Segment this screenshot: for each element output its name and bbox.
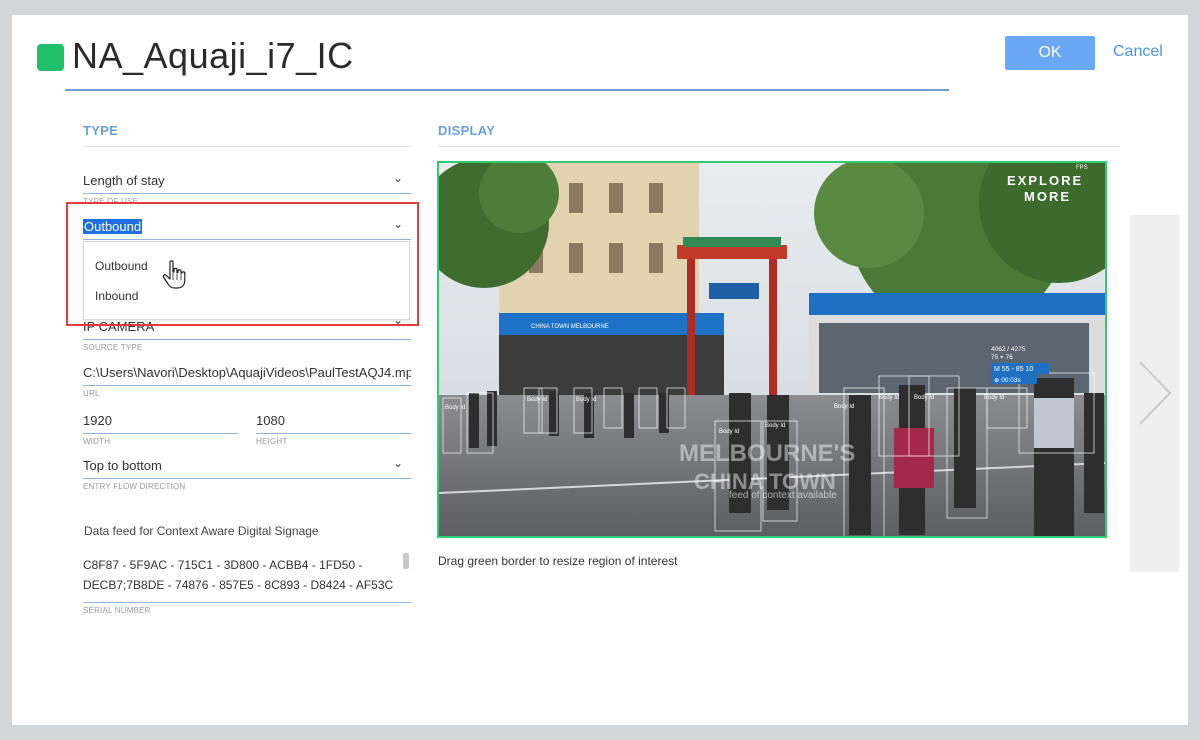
status-indicator <box>37 44 64 71</box>
source-type-value: IP CAMERA <box>83 319 155 334</box>
chevron-down-icon: ⌄ <box>392 217 403 231</box>
detection-label: Body Id <box>765 423 785 429</box>
url-underline <box>83 385 411 386</box>
height-input[interactable]: 1080 HEIGHT <box>256 413 411 446</box>
title-underline <box>65 89 949 91</box>
serial-caption: SERIAL NUMBER <box>83 606 151 615</box>
entry-flow-underline <box>83 478 411 479</box>
height-value: 1080 <box>256 413 285 428</box>
source-type-caption: SOURCE TYPE <box>83 343 143 352</box>
width-input[interactable]: 1920 WIDTH <box>83 413 238 446</box>
region-of-interest-frame[interactable]: CHINA TOWN MELBOURNE Body Id Body Id Bod… <box>437 161 1107 538</box>
url-input[interactable]: C:\Users\Navori\Desktop\AquajiVideos\Pau… <box>83 365 411 398</box>
chevron-down-icon: ⌄ <box>392 171 403 185</box>
type-of-use-underline <box>83 193 411 194</box>
url-caption: URL <box>83 389 100 398</box>
type-of-use-select[interactable]: Length of stay ⌄ TYPE OF USE <box>83 171 411 206</box>
detection-label: Body Id <box>834 404 854 410</box>
direction-dropdown-list: Outbound Inbound <box>83 241 410 320</box>
type-divider <box>83 146 411 147</box>
type-of-use-value: Length of stay <box>83 173 165 188</box>
ok-button[interactable]: OK <box>1005 36 1095 70</box>
entry-flow-caption: ENTRY FLOW DIRECTION <box>83 482 186 491</box>
page-title: NA_Aquaji_i7_IC <box>72 35 354 76</box>
direction-select[interactable]: Outbound ⌄ <box>83 217 411 240</box>
display-divider <box>438 146 1120 147</box>
chevron-down-icon: ⌄ <box>392 456 403 470</box>
serial-underline <box>83 602 411 603</box>
height-caption: HEIGHT <box>256 437 288 446</box>
counter-text-2: 75 ⌖ 76 <box>991 354 1013 361</box>
serial-line-2: DECB7;7B8DE - 74876 - 857E5 - 8C893 - D8… <box>83 578 394 592</box>
detection-label: Body Id <box>576 397 596 403</box>
explore-text: EXPLORE <box>1007 173 1083 188</box>
type-heading: TYPE <box>83 123 119 138</box>
serial-number-footer: SERIAL NUMBER <box>83 602 411 615</box>
watermark-line-1: MELBOURNE'S <box>679 440 855 467</box>
dropdown-option-inbound[interactable]: Inbound <box>95 289 138 303</box>
feed-caption: feed of context available <box>729 490 837 501</box>
source-type-underline <box>83 339 411 340</box>
width-value: 1920 <box>83 413 112 428</box>
serial-number-textarea[interactable]: C8F87 - 5F9AC - 715C1 - 3D800 - ACBB4 - … <box>83 555 411 601</box>
entry-flow-select[interactable]: Top to bottom ⌄ ENTRY FLOW DIRECTION <box>83 456 411 491</box>
data-feed-label: Data feed for Context Aware Digital Sign… <box>84 524 319 538</box>
serial-line-1: C8F87 - 5F9AC - 715C1 - 3D800 - ACBB4 - … <box>83 558 363 572</box>
fps-text: FPS <box>1076 165 1088 171</box>
serial-scrollbar[interactable] <box>403 553 409 569</box>
camera-feed-image: CHINA TOWN MELBOURNE Body Id Body Id Bod… <box>439 163 1105 536</box>
detection-label: Body Id <box>914 395 934 401</box>
counter-text-1: 4062 / 4275 <box>991 346 1026 353</box>
detection-label: Body Id <box>445 405 465 411</box>
edit-sensor-dialog: NA_Aquaji_i7_IC OK Cancel TYPE Length of… <box>12 15 1188 725</box>
detection-label: Body Id <box>984 395 1004 401</box>
resize-hint: Drag green border to resize region of in… <box>438 554 678 568</box>
chevron-right-icon[interactable] <box>1136 358 1176 428</box>
store-sign-text: CHINA TOWN MELBOURNE <box>531 324 609 330</box>
cancel-link[interactable]: Cancel <box>1113 43 1163 61</box>
time-badge-text: ⊕ 00:03s <box>994 377 1022 384</box>
width-underline <box>83 433 238 434</box>
direction-selected-value: Outbound <box>83 219 143 234</box>
entry-flow-value: Top to bottom <box>83 458 162 473</box>
hand-pointer-icon <box>162 260 186 289</box>
direction-underline <box>83 239 411 240</box>
type-of-use-caption: TYPE OF USE <box>83 197 139 206</box>
chevron-down-icon: ⌄ <box>392 313 403 327</box>
detection-label: Body Id <box>719 429 739 435</box>
width-caption: WIDTH <box>83 437 111 446</box>
display-heading: DISPLAY <box>438 123 496 138</box>
detection-label: Body Id <box>879 395 899 401</box>
detection-label: Body Id <box>527 397 547 403</box>
url-value: C:\Users\Navori\Desktop\AquajiVideos\Pau… <box>83 365 411 380</box>
m-badge-text: M 55 - 85 10 <box>994 366 1033 373</box>
height-underline <box>256 433 411 434</box>
dropdown-option-outbound[interactable]: Outbound <box>95 259 148 273</box>
more-text: MORE <box>1024 189 1071 204</box>
source-type-select[interactable]: IP CAMERA ⌄ SOURCE TYPE <box>83 313 411 352</box>
